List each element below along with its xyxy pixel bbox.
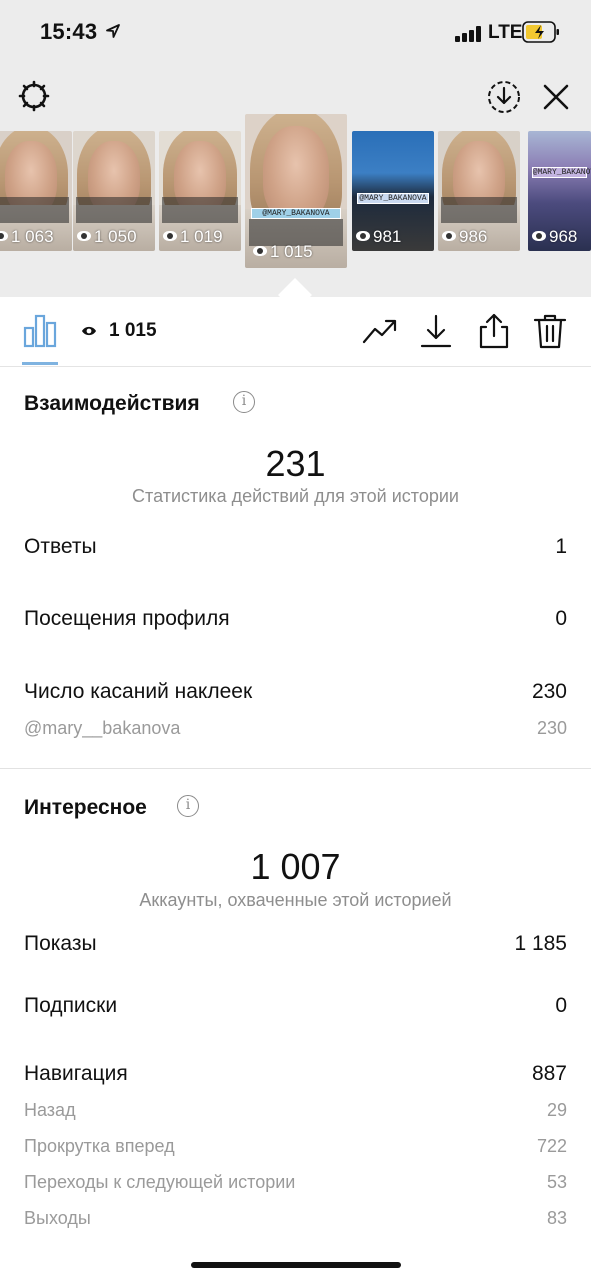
signal-icon bbox=[455, 26, 483, 42]
eye-icon bbox=[356, 231, 370, 241]
navigation-label: Навигация bbox=[24, 1062, 128, 1085]
reach-total: 1 007 bbox=[250, 846, 341, 887]
story-thumbnail[interactable]: 1 063 bbox=[0, 131, 72, 251]
sticker-taps-label: Число касаний наклеек bbox=[24, 680, 253, 703]
story-view-count: 1 015 bbox=[109, 320, 157, 341]
story-thumbnail[interactable]: 1 019 bbox=[159, 131, 241, 251]
interactions-title: Взаимодействия bbox=[24, 392, 200, 415]
network-type: LTE bbox=[488, 22, 523, 43]
settings-gear-icon[interactable] bbox=[16, 78, 52, 114]
story-views: 1 019 bbox=[180, 227, 223, 246]
impressions-value: 1 185 bbox=[514, 932, 567, 955]
sticker-taps-value: 230 bbox=[531, 680, 567, 703]
next-story-value: 53 bbox=[546, 1172, 567, 1192]
battery-icon bbox=[522, 21, 559, 43]
active-tab-indicator bbox=[22, 362, 58, 365]
exits-label: Выходы bbox=[24, 1208, 91, 1228]
back-value: 29 bbox=[546, 1100, 567, 1120]
info-icon[interactable]: i bbox=[233, 391, 255, 413]
story-thumbnail[interactable]: 1 050 bbox=[73, 131, 155, 251]
story-mention-sticker: @MARY_BAKANOVA bbox=[356, 193, 430, 205]
discovery-title: Интересное bbox=[24, 796, 147, 819]
next-story-label: Переходы к следующей истории bbox=[24, 1172, 296, 1192]
delete-trash-icon[interactable] bbox=[531, 312, 569, 350]
replies-label: Ответы bbox=[24, 535, 97, 558]
story-views: 1 050 bbox=[94, 227, 137, 246]
navigation-value: 887 bbox=[531, 1062, 567, 1085]
mention-sticker-label: @mary__bakanova bbox=[24, 718, 181, 738]
close-icon[interactable] bbox=[540, 81, 572, 113]
save-story-icon[interactable] bbox=[486, 79, 522, 115]
bar-chart-icon[interactable] bbox=[22, 314, 58, 348]
section-divider bbox=[0, 768, 591, 769]
eye-icon bbox=[163, 231, 177, 241]
back-label: Назад bbox=[24, 1100, 76, 1120]
eye-icon bbox=[442, 231, 456, 241]
story-views: 981 bbox=[373, 227, 402, 246]
eye-icon bbox=[532, 231, 546, 241]
reach-caption: Аккаунты, охваченные этой историей bbox=[139, 890, 452, 910]
location-arrow-icon bbox=[106, 24, 120, 38]
story-views: 986 bbox=[459, 227, 488, 246]
home-indicator bbox=[191, 1262, 401, 1268]
interactions-total: 231 bbox=[265, 443, 326, 484]
story-views: 1 015 bbox=[270, 242, 313, 261]
story-thumbnail[interactable]: @MARY_BAKANOVA 968 bbox=[528, 131, 591, 251]
eye-icon bbox=[77, 231, 91, 241]
download-icon[interactable] bbox=[417, 312, 455, 350]
mention-sticker-value: 230 bbox=[536, 718, 567, 738]
story-thumbnail-selected[interactable]: @MARY_BAKANOVA 1 015 bbox=[245, 114, 347, 268]
share-icon[interactable] bbox=[475, 312, 513, 350]
replies-value: 1 bbox=[555, 535, 567, 558]
follows-label: Подписки bbox=[24, 994, 118, 1017]
story-views: 1 063 bbox=[11, 227, 54, 246]
eye-icon bbox=[0, 231, 8, 241]
trending-icon[interactable] bbox=[361, 312, 399, 350]
story-thumbnail[interactable]: 986 bbox=[438, 131, 520, 251]
exits-value: 83 bbox=[546, 1208, 567, 1228]
profile-visits-value: 0 bbox=[555, 607, 567, 630]
impressions-label: Показы bbox=[24, 932, 97, 955]
story-mention-sticker: @MARY_BAKANOVA bbox=[251, 207, 341, 219]
interactions-caption: Статистика действий для этой истории bbox=[132, 486, 459, 506]
profile-visits-label: Посещения профиля bbox=[24, 607, 230, 630]
story-thumbnail[interactable]: @MARY_BAKANOVA 981 bbox=[352, 131, 434, 251]
story-views: 968 bbox=[549, 227, 578, 246]
info-icon[interactable]: i bbox=[177, 795, 199, 817]
eye-icon bbox=[253, 246, 267, 256]
follows-value: 0 bbox=[555, 994, 567, 1017]
eye-icon bbox=[82, 326, 96, 336]
status-time: 15:43 bbox=[40, 19, 98, 44]
forward-label: Прокрутка вперед bbox=[24, 1136, 175, 1156]
forward-value: 722 bbox=[536, 1136, 567, 1156]
story-mention-sticker: @MARY_BAKANOVA bbox=[531, 167, 591, 178]
